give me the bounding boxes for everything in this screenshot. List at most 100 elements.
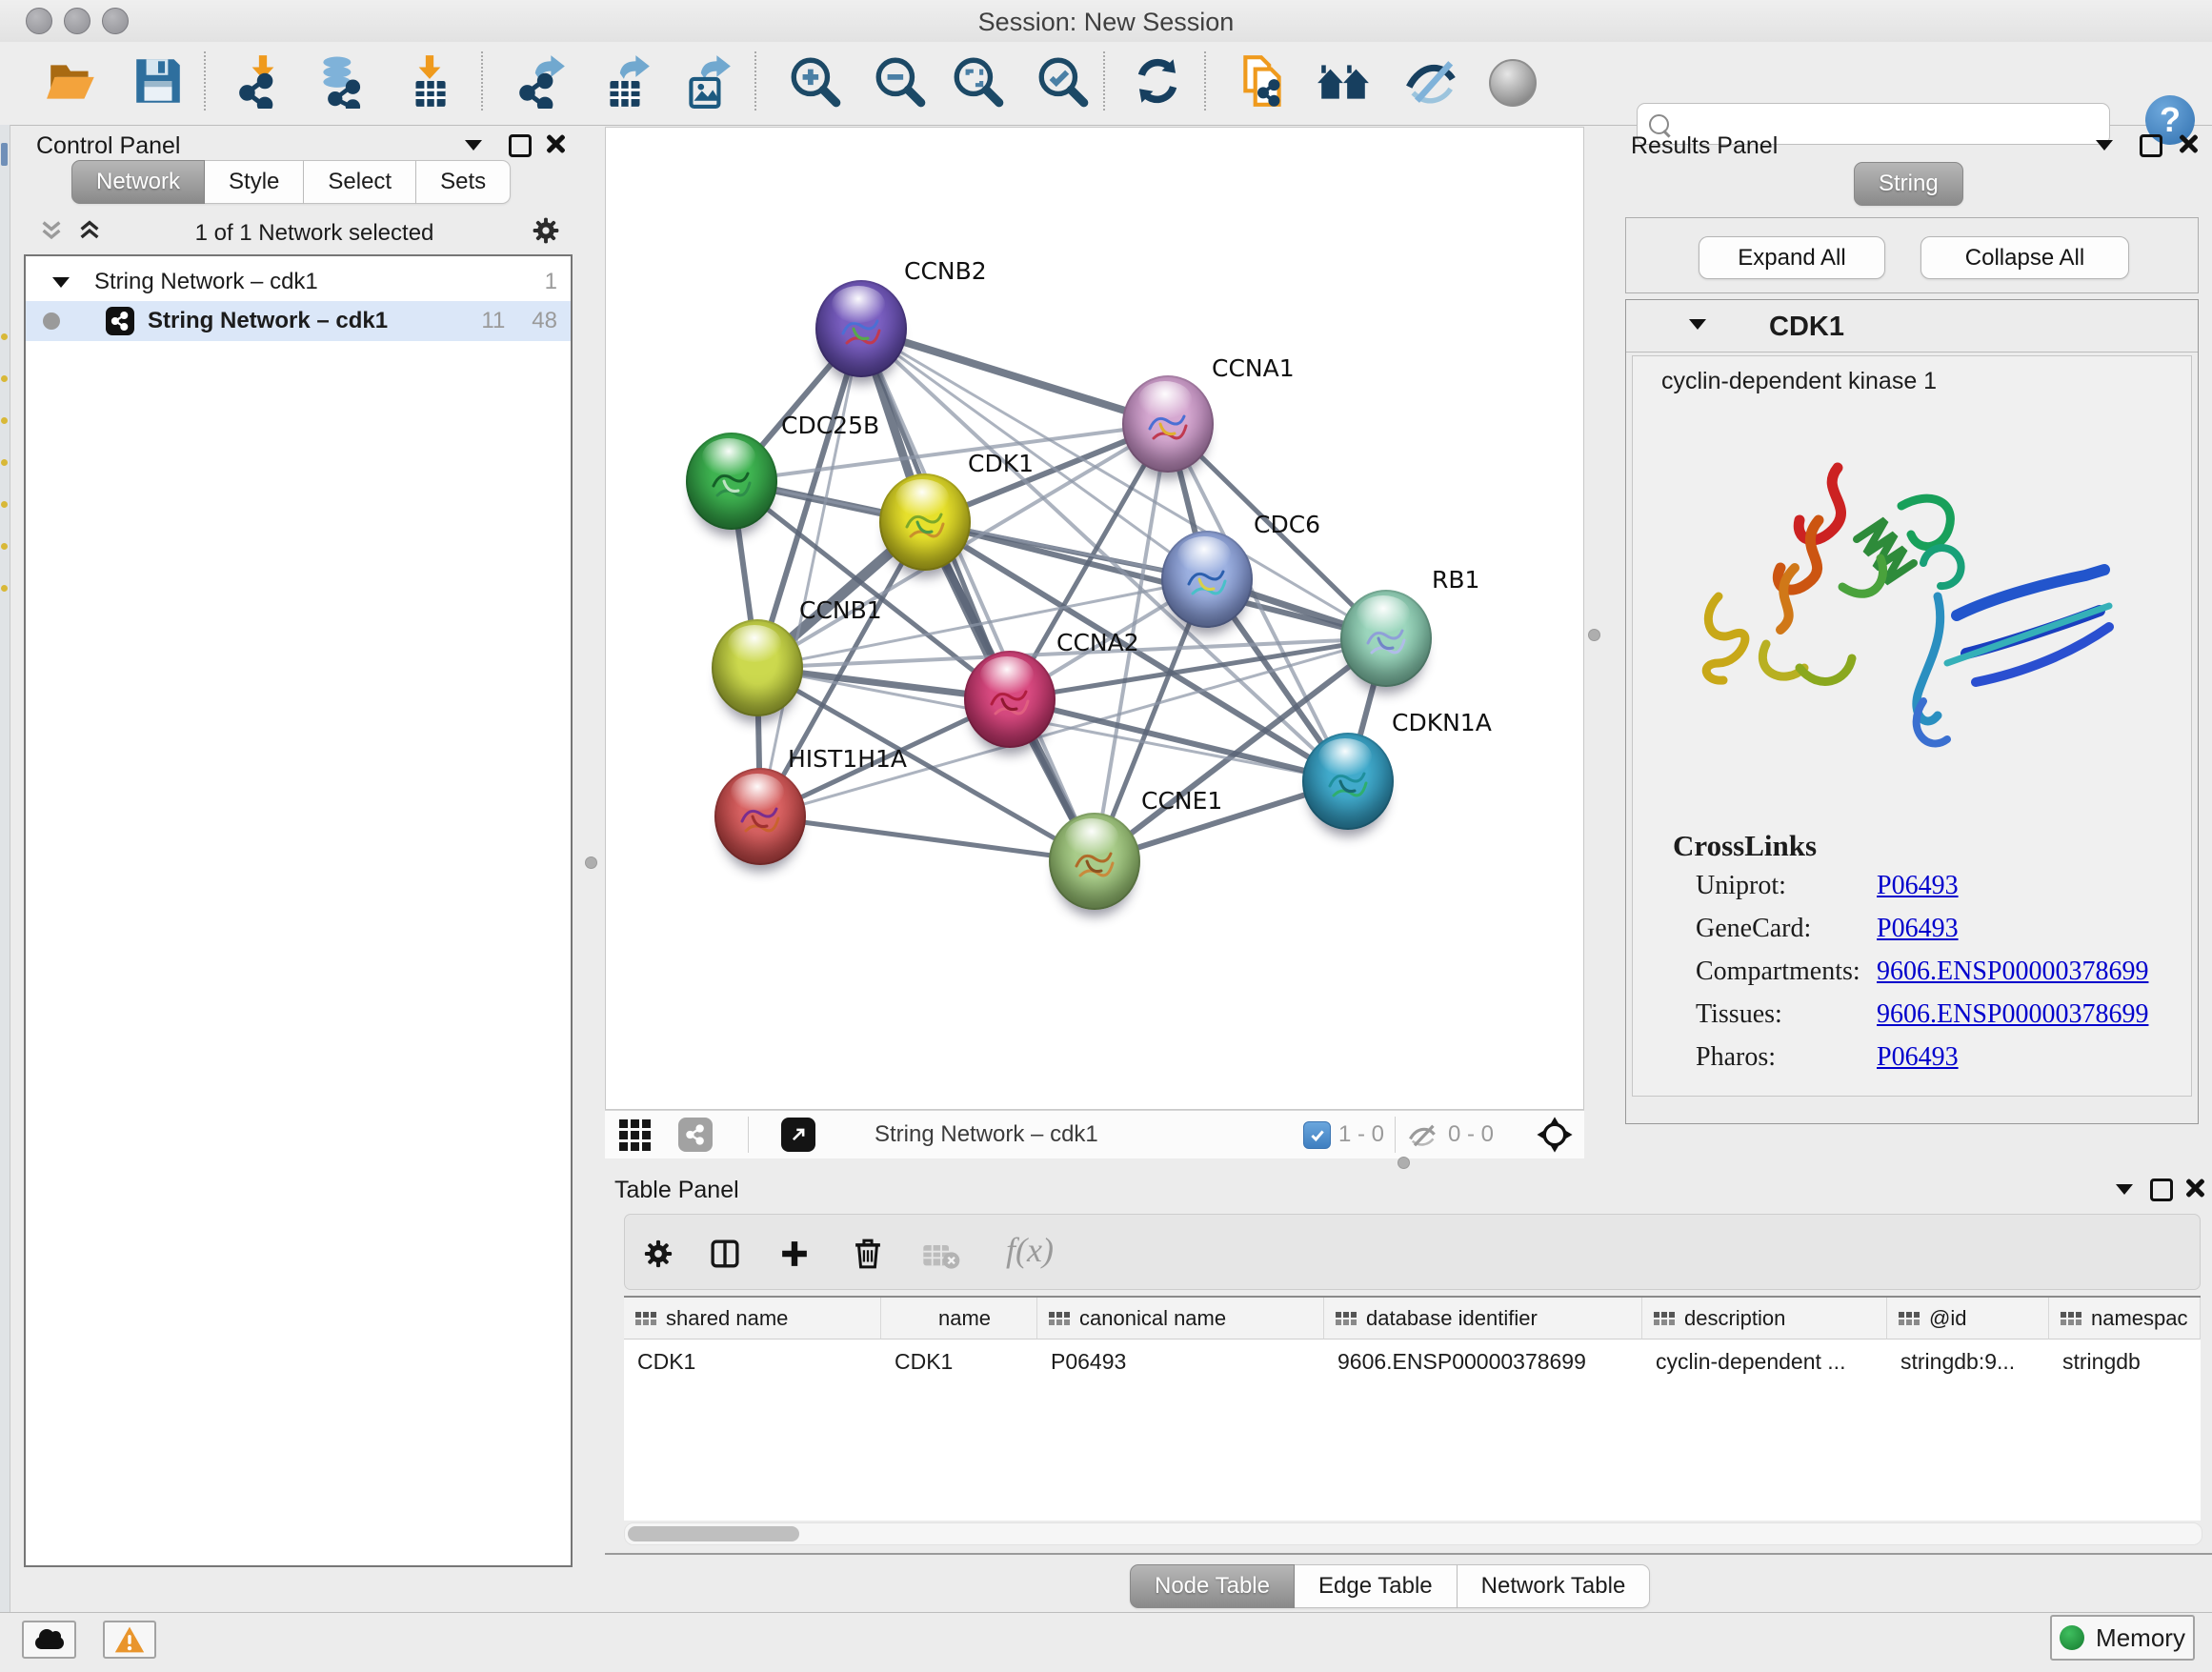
create-column-button[interactable]: [777, 1237, 812, 1276]
panel-menu-icon[interactable]: [2116, 1184, 2133, 1195]
panel-close-icon[interactable]: [2184, 1178, 2205, 1199]
column-header--id[interactable]: @id: [1887, 1298, 2049, 1340]
table-cell[interactable]: stringdb: [2049, 1340, 2201, 1382]
zoom-out-button[interactable]: [872, 53, 927, 109]
save-session-button[interactable]: [131, 53, 186, 109]
expand-all-button[interactable]: Expand All: [1699, 236, 1885, 279]
fit-crosshair-icon[interactable]: [1536, 1116, 1574, 1158]
crosslink-link[interactable]: P06493: [1877, 871, 1959, 900]
delete-column-button[interactable]: [850, 1235, 886, 1276]
network-node-ccna1[interactable]: [1122, 375, 1214, 473]
crosslink-link[interactable]: 9606.ENSP00000378699: [1877, 957, 2148, 986]
panel-close-icon[interactable]: [545, 133, 566, 154]
gene-section-header[interactable]: CDK1: [1626, 300, 2198, 353]
network-node-rb1[interactable]: [1340, 590, 1432, 687]
network-tree-child-row[interactable]: String Network – cdk1 11 48: [26, 301, 571, 341]
clone-network-button[interactable]: [1236, 53, 1291, 109]
tab-network-table[interactable]: Network Table: [1458, 1564, 1651, 1608]
import-table-button[interactable]: [402, 53, 457, 109]
tree-child-label: String Network – cdk1: [148, 308, 388, 334]
network-node-ccne1[interactable]: [1049, 813, 1140, 910]
open-in-window-icon[interactable]: [781, 1118, 815, 1152]
tab-select[interactable]: Select: [304, 160, 416, 204]
table-settings-button[interactable]: [641, 1237, 675, 1276]
first-neighbors-button[interactable]: [1316, 53, 1371, 109]
attribute-icon: [1336, 1312, 1357, 1325]
section-caret-icon[interactable]: [1689, 319, 1706, 330]
string-badge-icon[interactable]: [678, 1118, 713, 1152]
panel-menu-icon[interactable]: [2096, 140, 2113, 151]
show-all-button[interactable]: [1489, 59, 1537, 107]
table-cell[interactable]: stringdb:9...: [1887, 1340, 2049, 1382]
horizontal-scrollbar[interactable]: [624, 1522, 2202, 1545]
export-network-button[interactable]: [513, 53, 569, 109]
network-node-cdk1[interactable]: [879, 473, 971, 571]
network-node-ccna2[interactable]: [964, 651, 1056, 748]
export-image-button[interactable]: [679, 53, 734, 109]
network-canvas[interactable]: CCNB2CCNA1CDC25BCDK1CDC6RB1CCNB1CCNA2CDK…: [605, 127, 1584, 1110]
export-table-button[interactable]: [598, 53, 654, 109]
zoom-fit-button[interactable]: [950, 53, 1005, 109]
import-network-database-button[interactable]: [313, 53, 369, 109]
right-splitter-handle[interactable]: [1588, 629, 1600, 641]
network-node-cdc6[interactable]: [1161, 531, 1253, 628]
column-header-description[interactable]: description: [1642, 1298, 1887, 1340]
expand-all-icon[interactable]: [76, 217, 103, 244]
network-node-ccnb1[interactable]: [712, 619, 803, 716]
panel-float-icon[interactable]: [2140, 134, 2162, 157]
crosslink-link[interactable]: P06493: [1877, 1042, 1959, 1072]
left-splitter-handle[interactable]: [585, 856, 597, 869]
network-node-ccnb2[interactable]: [815, 280, 907, 377]
gear-icon[interactable]: [530, 214, 562, 247]
panel-float-icon[interactable]: [2150, 1178, 2173, 1201]
network-tree-root-row[interactable]: String Network – cdk1 1: [26, 262, 571, 302]
column-header-shared-name[interactable]: shared name: [624, 1298, 881, 1340]
node-gloss-highlight: [1318, 738, 1372, 776]
horizontal-splitter-handle[interactable]: [1398, 1157, 1410, 1169]
open-session-button[interactable]: [45, 53, 100, 109]
tree-caret-icon[interactable]: [52, 277, 70, 288]
network-node-cdkn1a[interactable]: [1302, 733, 1394, 830]
import-network-file-button[interactable]: [235, 53, 291, 109]
results-tab-string[interactable]: String: [1854, 162, 1963, 206]
panel-close-icon[interactable]: [2178, 133, 2199, 154]
function-builder-button-disabled: f(x): [1006, 1230, 1054, 1270]
tab-network[interactable]: Network: [71, 160, 205, 204]
column-header-database-identifier[interactable]: database identifier: [1324, 1298, 1642, 1340]
table-cell[interactable]: CDK1: [624, 1340, 881, 1382]
tab-node-table[interactable]: Node Table: [1130, 1564, 1295, 1608]
warnings-button[interactable]: [103, 1621, 156, 1659]
apply-layout-button[interactable]: [1130, 53, 1185, 109]
crosslink-link[interactable]: 9606.ENSP00000378699: [1877, 999, 2148, 1029]
collapse-all-icon[interactable]: [38, 217, 65, 244]
cloud-button[interactable]: [22, 1621, 76, 1659]
birdseye-grid-icon[interactable]: [619, 1119, 651, 1151]
collapse-all-button[interactable]: Collapse All: [1920, 236, 2129, 279]
crosslink-link[interactable]: P06493: [1877, 914, 1959, 943]
network-node-cdc25b[interactable]: [686, 433, 777, 530]
scrollbar-thumb[interactable]: [628, 1526, 799, 1541]
tab-sets[interactable]: Sets: [416, 160, 511, 204]
tab-style[interactable]: Style: [205, 160, 304, 204]
node-gloss-highlight: [832, 286, 885, 323]
selected-checkbox[interactable]: [1303, 1121, 1331, 1149]
control-panel-title: Control Panel: [36, 132, 180, 160]
table-cell[interactable]: cyclin-dependent ...: [1642, 1340, 1887, 1382]
tab-edge-table[interactable]: Edge Table: [1295, 1564, 1458, 1608]
panel-menu-icon[interactable]: [465, 140, 482, 151]
show-columns-button[interactable]: [708, 1237, 742, 1276]
table-cell[interactable]: P06493: [1037, 1340, 1324, 1382]
table-cell[interactable]: CDK1: [881, 1340, 1037, 1382]
zoom-in-button[interactable]: [787, 53, 842, 109]
column-header-namespac[interactable]: namespac: [2049, 1298, 2201, 1340]
memory-button[interactable]: Memory: [2050, 1615, 2195, 1661]
table-cell[interactable]: 9606.ENSP00000378699: [1324, 1340, 1642, 1382]
panel-float-icon[interactable]: [509, 134, 532, 157]
zoom-selected-button[interactable]: [1035, 53, 1090, 109]
column-header-name[interactable]: name: [881, 1298, 1037, 1340]
hide-selected-button[interactable]: [1403, 53, 1458, 109]
network-node-hist1h1a[interactable]: [714, 768, 806, 865]
memory-status-dot: [2060, 1625, 2084, 1650]
column-header-canonical-name[interactable]: canonical name: [1037, 1298, 1324, 1340]
tab-string[interactable]: String: [1854, 162, 1963, 206]
